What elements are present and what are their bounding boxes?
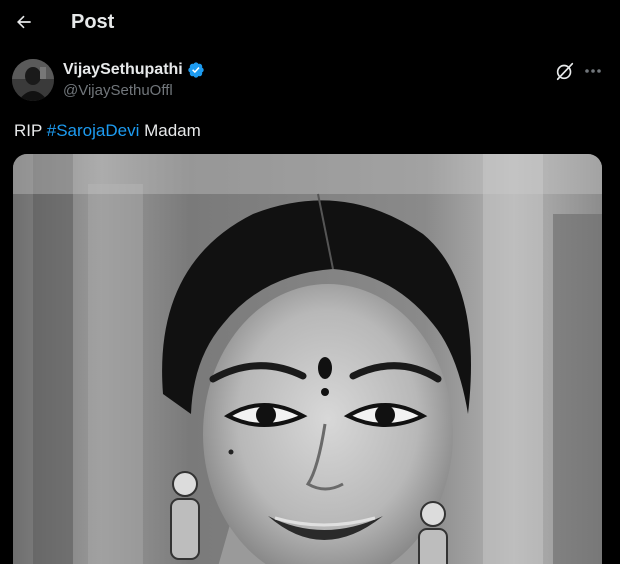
page-title: Post — [71, 11, 115, 33]
tweet-text-before: RIP — [14, 121, 47, 140]
portrait-photo — [13, 154, 602, 564]
avatar[interactable] — [12, 59, 54, 101]
more-horizontal-icon — [585, 69, 601, 73]
more-button[interactable] — [582, 60, 604, 82]
grok-icon — [556, 62, 574, 81]
grok-button[interactable] — [554, 60, 576, 82]
tweet-text-after: Madam — [139, 121, 201, 140]
author-handle[interactable]: @VijaySethuOffl — [63, 82, 173, 100]
author-name-text: VijaySethupathi — [63, 61, 183, 78]
post-page: Post VijaySethupathi @VijaySethuOffl RIP… — [0, 0, 620, 564]
author-name[interactable]: VijaySethupathi — [63, 60, 205, 80]
arrow-left-icon — [17, 15, 31, 29]
avatar-image — [12, 59, 54, 101]
back-button[interactable] — [10, 8, 38, 36]
verified-badge-icon — [188, 62, 204, 78]
hashtag-link[interactable]: #SarojaDevi — [47, 121, 140, 140]
tweet-media-image[interactable] — [13, 154, 602, 564]
top-bar: Post — [0, 0, 620, 44]
tweet-text: RIP #SarojaDevi Madam — [14, 120, 201, 142]
